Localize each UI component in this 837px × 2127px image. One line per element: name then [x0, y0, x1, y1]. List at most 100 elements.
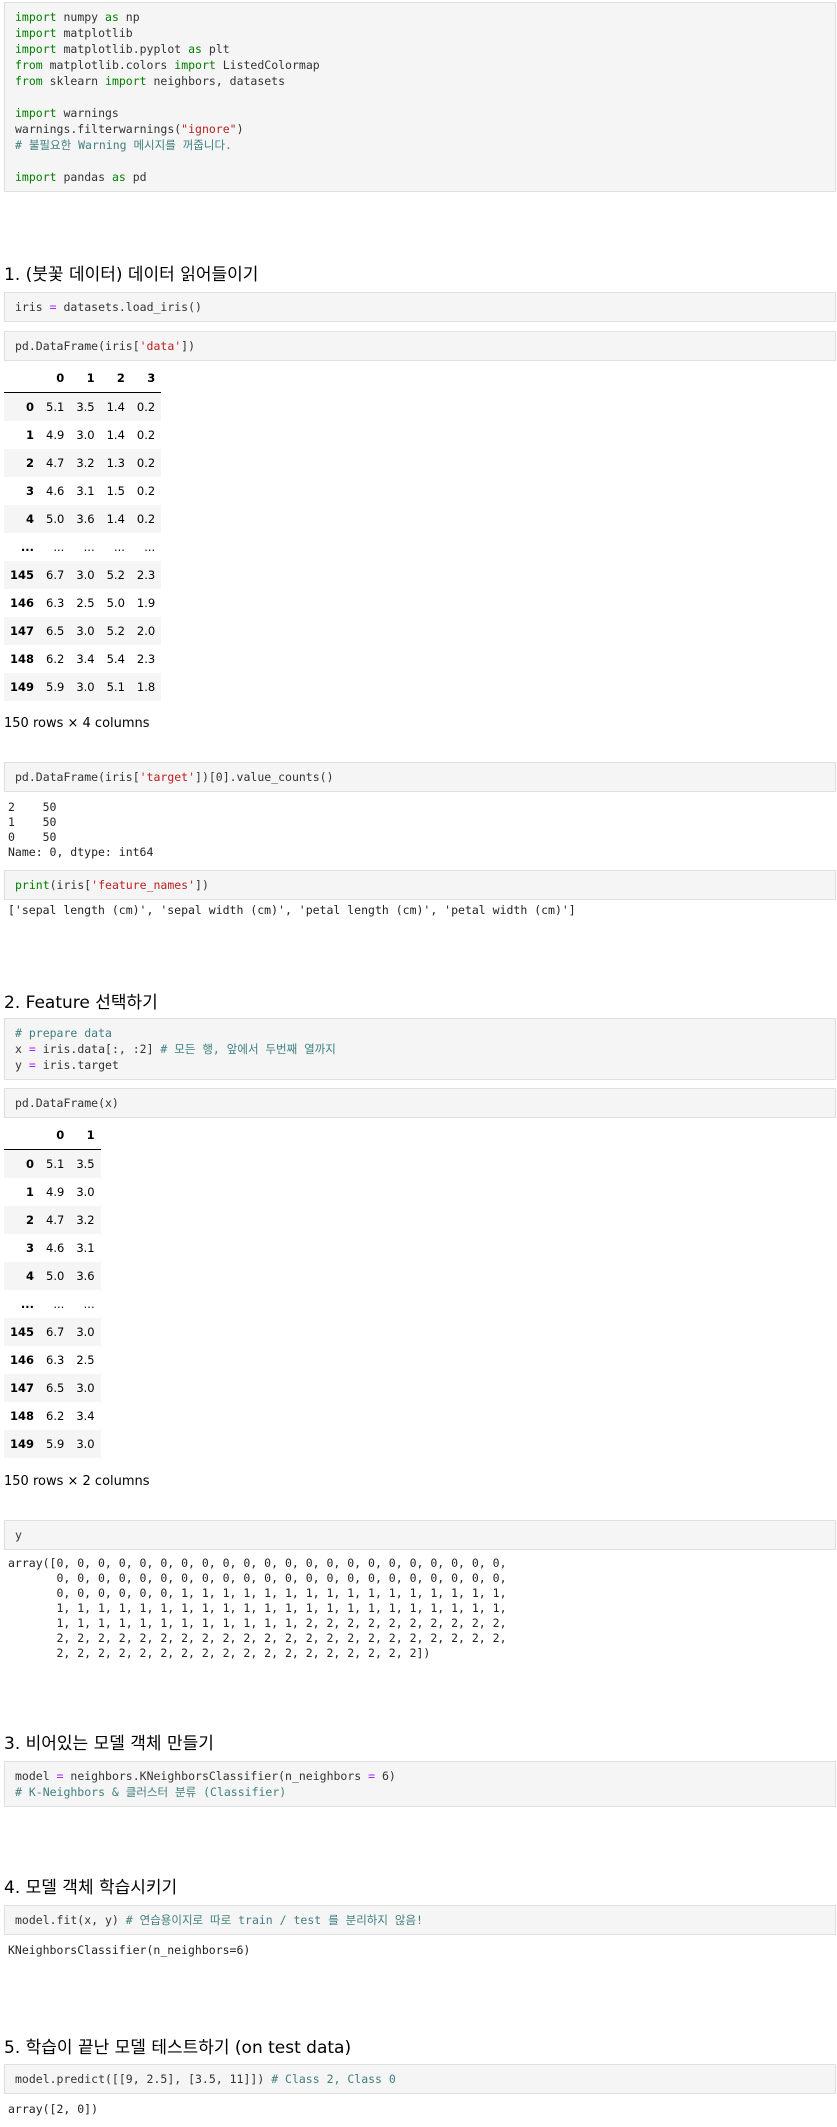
- output-predict: array([2, 0]): [8, 2102, 99, 2116]
- table-cell: 4.7: [46, 1213, 65, 1227]
- heading-load-data: 1. (붓꽃 데이터) 데이터 읽어들이기: [4, 265, 259, 285]
- code-cell-print-features[interactable]: print(iris['feature_names']): [4, 870, 836, 900]
- table-row: 146 6.3 2.5: [4, 1346, 101, 1374]
- code-token: # 모든 행, 앞에서 두번째 열까지: [160, 1042, 336, 1056]
- table-cell: 3.2: [76, 456, 95, 470]
- code-cell-value-counts[interactable]: pd.DataFrame(iris['target'])[0].value_co…: [4, 762, 836, 792]
- code-token: # 연습용이지로 따로 train / test 를 분리하지 않음!: [125, 1913, 423, 1927]
- code-token: matplotlib.colors: [42, 58, 175, 72]
- row-index: ...: [20, 540, 35, 554]
- code-line: from matplotlib.colors import ListedColo…: [15, 57, 825, 73]
- table-cell: 2.3: [136, 568, 156, 582]
- code-token: x: [15, 1042, 29, 1056]
- table-cell: 4.9: [46, 428, 65, 442]
- table-cell: 5.1: [46, 400, 65, 414]
- table-row: 146 6.3 2.5 5.0 1.9: [4, 589, 161, 617]
- row-index: 145: [10, 568, 35, 582]
- table-cell: ...: [83, 540, 95, 554]
- code-token: y: [15, 1528, 22, 1542]
- row-index: 1: [26, 428, 35, 442]
- table-cell: 1.5: [106, 484, 125, 498]
- code-token: pd.DataFrame(iris[: [15, 770, 140, 784]
- row-index: 4: [26, 512, 35, 526]
- table-row: 148 6.2 3.4: [4, 1402, 101, 1430]
- table-row: .........: [4, 1290, 101, 1318]
- code-token: import: [15, 42, 57, 56]
- code-line: # K-Neighbors & 클러스터 분류 (Classifier): [15, 1784, 825, 1800]
- code-cell-prepare-data[interactable]: # prepare data x = iris.data[:, :2] # 모든 …: [4, 1018, 836, 1080]
- code-token: (iris[: [49, 878, 92, 892]
- table-cell: 3.0: [76, 568, 95, 582]
- table-cell: ...: [83, 1297, 95, 1311]
- table-cell: ...: [53, 1297, 65, 1311]
- table-cell: 1.9: [136, 596, 156, 610]
- code-token: =: [28, 1058, 36, 1072]
- table-cell: 1.4: [106, 512, 125, 526]
- table-cell: 0.2: [136, 456, 156, 470]
- heading-train-model: 4. 모델 객체 학습시키기: [4, 1878, 178, 1898]
- table-cell: ...: [144, 540, 156, 554]
- code-token: import: [15, 26, 57, 40]
- code-line: # prepare data: [15, 1025, 825, 1041]
- code-token: warnings: [56, 106, 119, 120]
- table-row: 4 5.0 3.6 1.4 0.2: [4, 505, 162, 533]
- table-cell: 4.6: [46, 1241, 65, 1255]
- table-cell: 3.4: [76, 652, 95, 666]
- code-cell-dataframe-x[interactable]: pd.DataFrame(x): [4, 1088, 836, 1118]
- code-cell-model-create[interactable]: model = neighbors.KNeighborsClassifier(n…: [4, 1761, 836, 1807]
- table-cell: 4.9: [46, 1185, 65, 1199]
- code-token: import: [174, 58, 216, 72]
- row-index: 0: [26, 1157, 35, 1171]
- table-row: 2 4.7 3.2 1.3 0.2: [4, 449, 162, 477]
- code-cell-imports[interactable]: import numpy as np import matplotlib impor…: [4, 2, 836, 192]
- code-token: print: [15, 878, 50, 892]
- code-token: numpy: [56, 10, 106, 24]
- code-line: x = iris.data[:, :2] # 모든 행, 앞에서 두번째 열까지: [15, 1041, 825, 1057]
- code-token: # prepare data: [15, 1026, 112, 1040]
- code-cell-dataframe-data[interactable]: pd.DataFrame(iris['data']): [4, 331, 836, 361]
- table-cell: 3.0: [76, 1185, 95, 1199]
- code-cell-model-predict[interactable]: model.predict([[9, 2.5], [3.5, 11]]) # C…: [4, 2064, 836, 2094]
- code-token: =: [28, 1042, 36, 1056]
- code-token: model.predict([[9, 2.5], [3.5, 11]]): [15, 2072, 272, 2086]
- output-feature-names: ['sepal length (cm)', 'sepal width (cm)'…: [8, 903, 576, 917]
- table-cell: 0.2: [136, 512, 156, 526]
- code-line: iris = datasets.load_iris(): [15, 299, 825, 315]
- code-cell-load-iris[interactable]: iris = datasets.load_iris(): [4, 292, 836, 322]
- column-header: 2: [100, 364, 131, 393]
- output-fit: KNeighborsClassifier(n_neighbors=6): [8, 1943, 251, 1957]
- table-row: 145 6.7 3.0 5.2 2.3: [4, 561, 162, 589]
- code-line: import numpy as np: [15, 9, 825, 25]
- code-token: import: [15, 106, 57, 120]
- table-row: 148 6.2 3.4 5.4 2.3: [4, 645, 161, 673]
- code-line: import matplotlib.pyplot as plt: [15, 41, 825, 57]
- code-token: ): [236, 122, 244, 136]
- table-cell: 5.2: [106, 624, 125, 638]
- code-token: iris: [15, 300, 50, 314]
- table-cell: 6.5: [46, 1381, 65, 1395]
- code-token: pd.DataFrame(iris[: [15, 339, 140, 353]
- code-cell-model-fit[interactable]: model.fit(x, y) # 연습용이지로 따로 train / test…: [4, 1905, 836, 1935]
- row-index: 4: [26, 1269, 35, 1283]
- code-token: import: [15, 10, 57, 24]
- column-header: 3: [130, 364, 162, 393]
- code-token: matplotlib.pyplot: [56, 42, 189, 56]
- column-header: 1: [70, 364, 101, 393]
- code-line: import matplotlib: [15, 25, 825, 41]
- table-cell: 3.5: [76, 400, 95, 414]
- row-index: 146: [10, 1353, 35, 1367]
- table-cell: 0.2: [136, 484, 156, 498]
- code-line: print(iris['feature_names']): [15, 877, 825, 893]
- code-token: as: [105, 10, 119, 24]
- code-token: ]): [195, 878, 209, 892]
- code-cell-y[interactable]: y: [4, 1520, 836, 1550]
- row-index: 149: [10, 680, 35, 694]
- row-index: 147: [10, 624, 35, 638]
- column-header: 0: [40, 364, 71, 393]
- code-line: from sklearn import neighbors, datasets: [15, 73, 825, 89]
- row-index: 2: [26, 456, 35, 470]
- code-token: as: [111, 170, 126, 184]
- table-cell: 3.2: [76, 1213, 95, 1227]
- column-header: [4, 364, 41, 393]
- row-index: 147: [10, 1381, 35, 1395]
